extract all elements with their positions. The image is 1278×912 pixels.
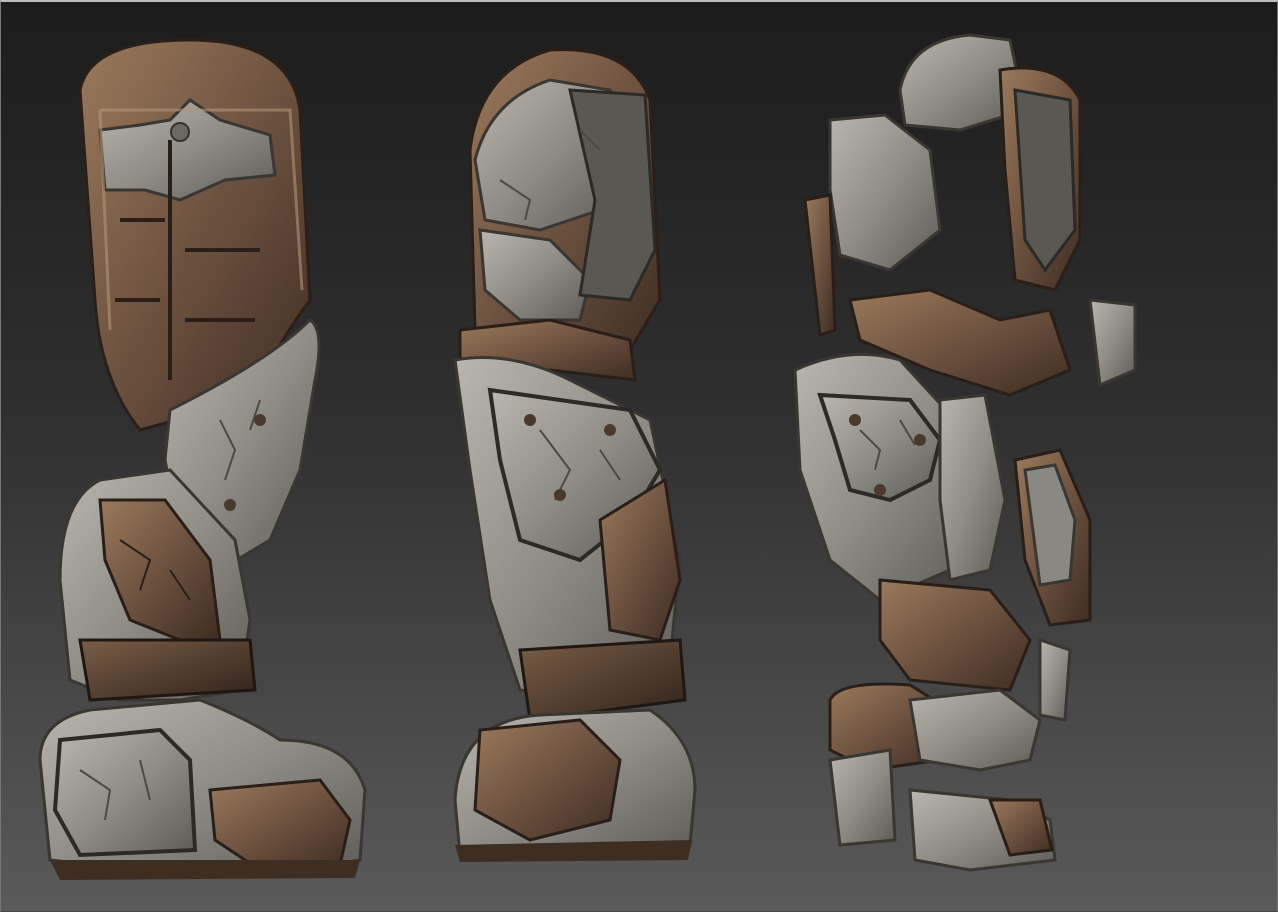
boot-front-plate [52,727,198,858]
shin-rivet [554,489,566,501]
shin-rivet [874,484,886,496]
boot-piece-heel [828,748,897,847]
thigh-piece-left-back [803,193,837,338]
armor-leg-exploded-view [793,33,1137,872]
viewport[interactable] [0,0,1278,912]
thigh-piece-left [828,113,942,272]
boot-leather [473,718,622,842]
ankle-strap [518,638,687,722]
shin-side-piece [938,393,1007,582]
thigh-piece-clip [1088,298,1137,388]
boot-sole [50,860,360,880]
ankle-piece [878,578,1032,692]
thigh-rivet [170,122,190,142]
ankle-piece-right [1038,637,1072,722]
shin-rivet [604,424,616,436]
armor-leg-front-view [38,38,367,880]
shin-rivet [849,414,861,426]
boot-piece-mid [908,688,1042,772]
ankle-strap [78,638,257,702]
shin-rivet [914,434,926,446]
knee-rivet [254,414,266,426]
armor-leg-side-view [453,48,697,862]
knee-rivet [224,499,236,511]
shin-rivet [524,414,536,426]
